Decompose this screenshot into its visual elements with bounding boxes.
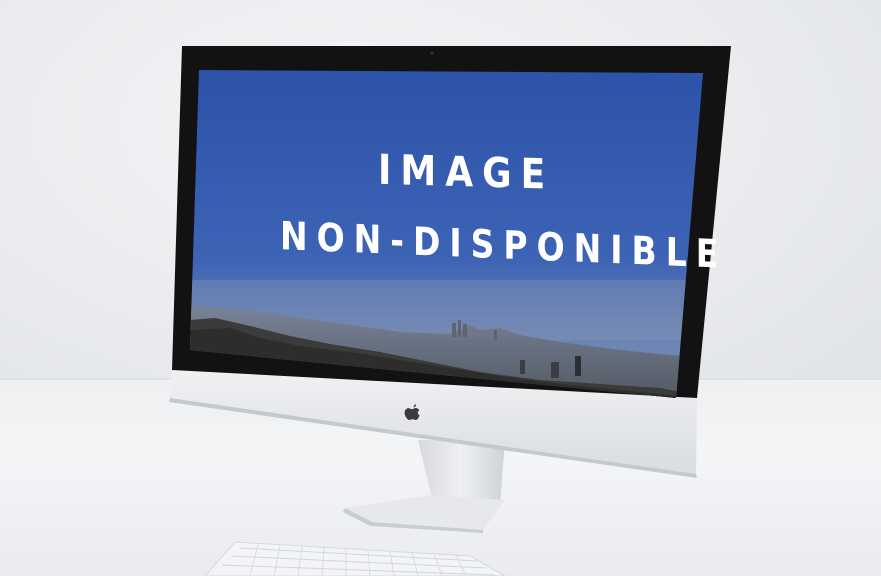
imac-illustration bbox=[169, 46, 731, 576]
keyboard bbox=[204, 541, 507, 576]
